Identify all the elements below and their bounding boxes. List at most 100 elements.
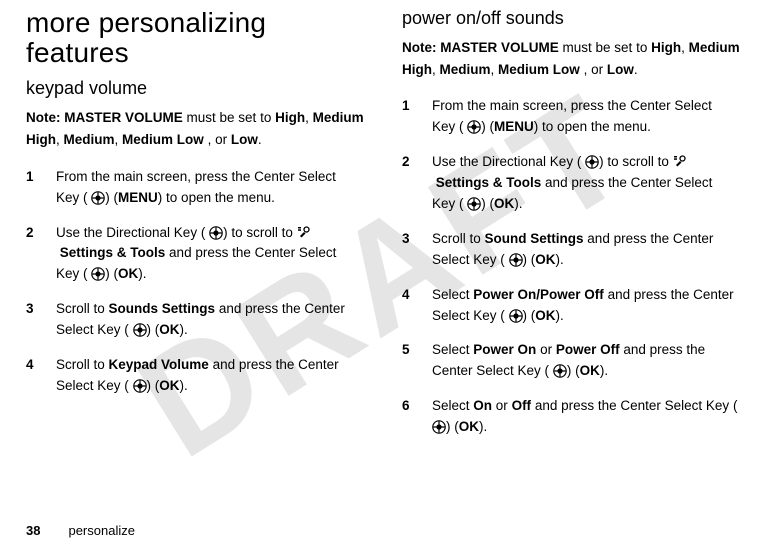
step-text: Use the Directional Key ( ) to scroll to… [56, 223, 366, 286]
note-v1: High [651, 40, 681, 55]
txt: ) [481, 119, 489, 134]
center-select-key-icon [432, 420, 446, 434]
left-note: Note: MASTER VOLUME must be set to High,… [26, 107, 366, 150]
step-num: 2 [26, 223, 40, 286]
center-select-key-icon [91, 191, 105, 205]
center-select-key-icon [467, 197, 481, 211]
sounds-settings: Sounds Settings [109, 301, 216, 316]
note-v4: Medium Low [122, 132, 204, 147]
step-num: 1 [402, 96, 416, 138]
list-item: 1 From the main screen, press the Center… [402, 96, 742, 138]
center-select-key-icon [133, 379, 147, 393]
ok-label: OK [459, 419, 479, 434]
off: Off [512, 398, 532, 413]
note-text: , or [208, 132, 231, 147]
page-number: 38 [26, 523, 40, 538]
directional-key-icon [209, 226, 223, 240]
list-item: 2 Use the Directional Key ( ) to scroll … [402, 152, 742, 215]
ok-label: OK [535, 252, 555, 267]
txt: ) [481, 196, 489, 211]
list-item: 5 Select Power On or Power Off and press… [402, 340, 742, 382]
right-heading: power on/off sounds [402, 8, 742, 29]
txt: to scroll to [607, 154, 672, 169]
txt: Use the Directional Key ( [56, 225, 205, 240]
step-num: 3 [402, 229, 416, 271]
center-select-key-icon [467, 120, 481, 134]
note-v1: High [275, 110, 305, 125]
step-text: Scroll to Sounds Settings and press the … [56, 299, 366, 341]
step-text: Scroll to Keypad Volume and press the Ce… [56, 355, 366, 397]
footer-section: personalize [68, 523, 135, 538]
txt: ) [523, 308, 531, 323]
note-text: , or [584, 62, 607, 77]
menu-label: MENU [118, 190, 158, 205]
tools-icon [673, 154, 686, 167]
note-text: must be set to [187, 110, 276, 125]
txt: ) [567, 363, 575, 378]
step-num: 3 [26, 299, 40, 341]
step-num: 4 [26, 355, 40, 397]
ok-label: OK [159, 322, 179, 337]
txt: or [496, 398, 512, 413]
list-item: 6 Select On or Off and press the Center … [402, 396, 742, 438]
txt: Scroll to [56, 357, 109, 372]
note-v3: Medium [440, 62, 491, 77]
txt: ) [158, 190, 163, 205]
center-select-key-icon [91, 267, 105, 281]
list-item: 2 Use the Directional Key ( ) to scroll … [26, 223, 366, 286]
on: On [473, 398, 492, 413]
note-label: Note: [26, 110, 64, 125]
step-text: Scroll to Sound Settings and press the C… [432, 229, 742, 271]
keypad-volume: Keypad Volume [109, 357, 209, 372]
note-v5: Low [231, 132, 258, 147]
list-item: 4 Scroll to Keypad Volume and press the … [26, 355, 366, 397]
txt: ) [147, 322, 155, 337]
txt: Use the Directional Key ( [432, 154, 581, 169]
tools-icon [297, 225, 310, 238]
txt: ) [523, 252, 531, 267]
ok-label: OK [118, 266, 138, 281]
txt: Select [432, 398, 473, 413]
txt: to open the menu. [166, 190, 275, 205]
note-label: Note: [402, 40, 440, 55]
left-steps: 1 From the main screen, press the Center… [26, 167, 366, 397]
step-num: 5 [402, 340, 416, 382]
txt: ) [534, 119, 539, 134]
right-note: Note: MASTER VOLUME must be set to High,… [402, 37, 742, 80]
ok-label: OK [580, 363, 600, 378]
txt: to open the menu. [542, 119, 651, 134]
list-item: 4 Select Power On/Power Off and press th… [402, 285, 742, 327]
note-master-volume: MASTER VOLUME [64, 110, 183, 125]
ok-label: OK [159, 378, 179, 393]
step-text: Use the Directional Key ( ) to scroll to… [432, 152, 742, 215]
step-text: From the main screen, press the Center S… [432, 96, 742, 138]
ok-label: OK [494, 196, 514, 211]
note-v4: Medium Low [498, 62, 580, 77]
list-item: 1 From the main screen, press the Center… [26, 167, 366, 209]
txt: Select [432, 287, 473, 302]
power-on-power-off: Power On/Power Off [473, 287, 604, 302]
step-text: Select Power On/Power Off and press the … [432, 285, 742, 327]
right-column: power on/off sounds Note: MASTER VOLUME … [402, 8, 742, 452]
txt: ) [446, 419, 454, 434]
center-select-key-icon [133, 323, 147, 337]
step-num: 4 [402, 285, 416, 327]
ok-label: OK [535, 308, 555, 323]
power-off: Power Off [556, 342, 620, 357]
step-num: 6 [402, 396, 416, 438]
center-select-key-icon [509, 253, 523, 267]
note-master-volume: MASTER VOLUME [440, 40, 559, 55]
list-item: 3 Scroll to Sounds Settings and press th… [26, 299, 366, 341]
txt: Scroll to [56, 301, 109, 316]
txt: ) [105, 266, 113, 281]
settings-tools: Settings & Tools [436, 175, 542, 190]
step-text: Select Power On or Power Off and press t… [432, 340, 742, 382]
sound-settings: Sound Settings [485, 231, 584, 246]
note-v5: Low [607, 62, 634, 77]
list-item: 3 Scroll to Sound Settings and press the… [402, 229, 742, 271]
center-select-key-icon [553, 364, 567, 378]
note-text: must be set to [563, 40, 652, 55]
note-v3: Medium [64, 132, 115, 147]
center-select-key-icon [509, 309, 523, 323]
txt: ) [105, 190, 113, 205]
